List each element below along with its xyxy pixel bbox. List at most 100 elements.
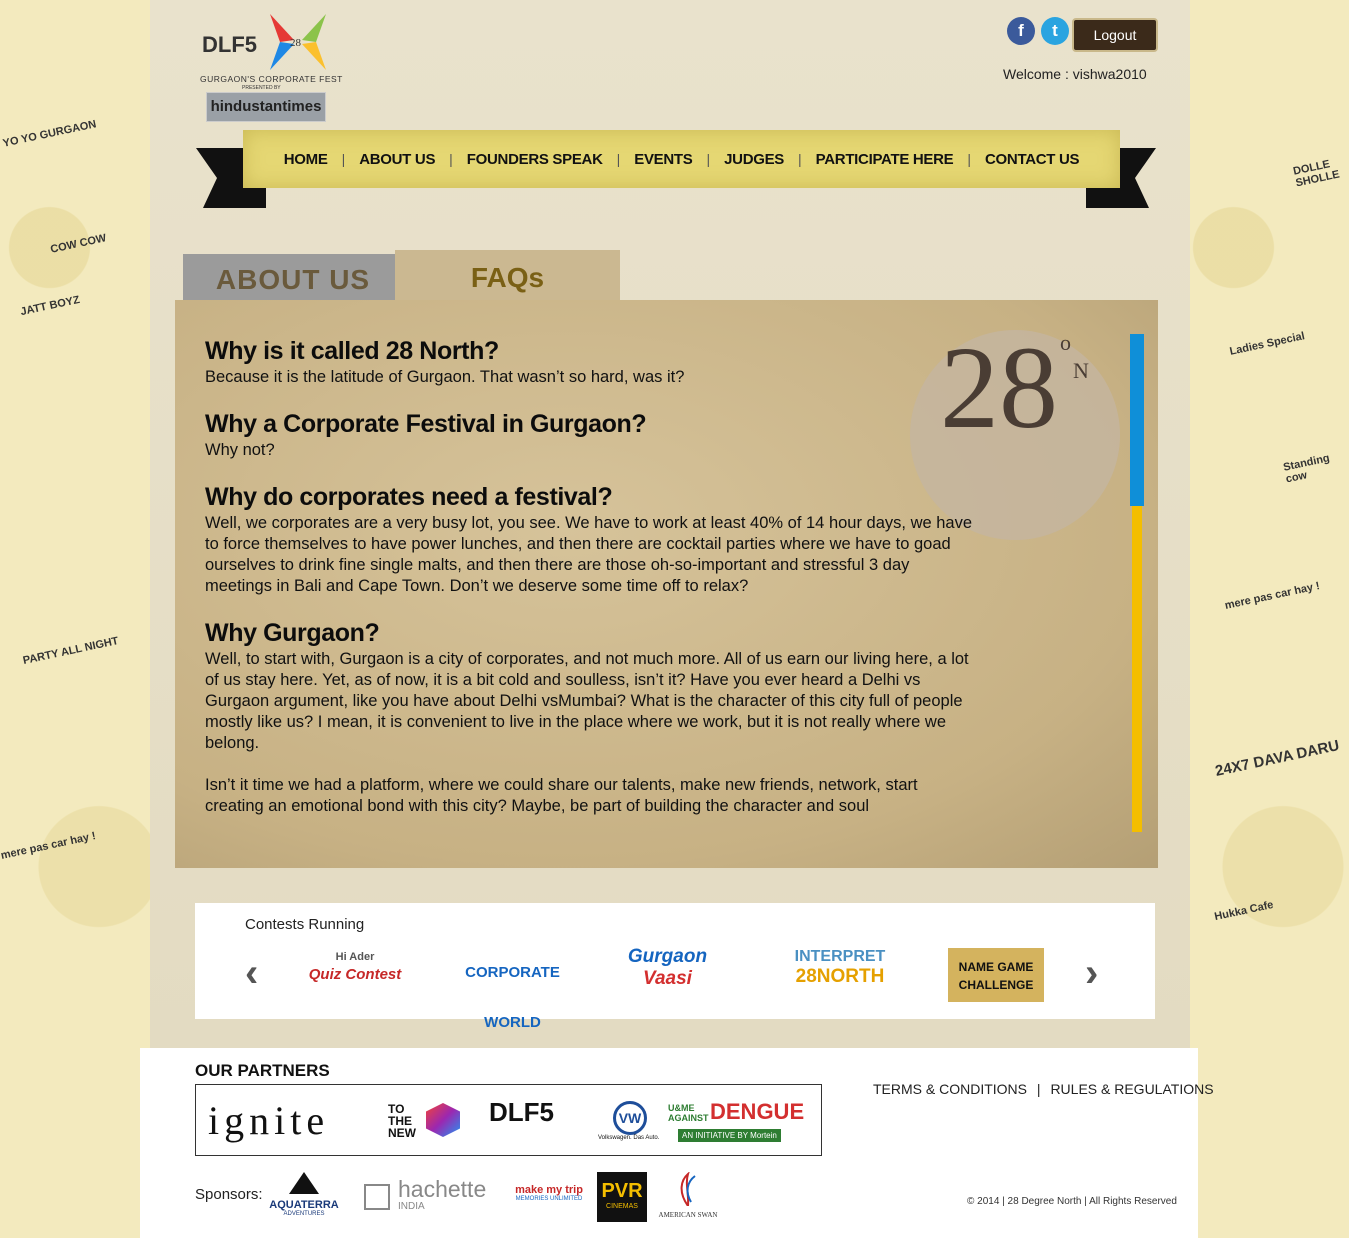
contests-carousel: Contests Running ‹ Hi Ader Quiz Contest … <box>195 903 1155 1031</box>
svg-text:28: 28 <box>290 37 302 49</box>
partners-box: ignite TO THE NEW DLF5 VW Volkswagen. Da… <box>195 1084 822 1156</box>
faq-answer: Well, we corporates are a very busy lot,… <box>205 514 973 595</box>
contest-logo-corporate-world[interactable]: CORPORATE WORLD <box>450 948 575 1031</box>
dengue-sub: AN INITIATIVE BY Mortein <box>678 1129 781 1142</box>
contest-logo-interpret[interactable]: INTERPRET 28NORTH <box>785 948 895 1003</box>
faq-question: Why do corporates need a festival? <box>205 483 613 511</box>
doodle-mere-left: mere pas car hay ! <box>0 830 97 862</box>
nav-separator: | <box>449 151 453 167</box>
sponsor-makemytrip-text: make my trip <box>515 1184 583 1196</box>
twitter-icon[interactable]: t <box>1041 17 1069 45</box>
sponsor-hachette-text: hachette <box>398 1176 487 1202</box>
badge-degree: o <box>1060 330 1071 355</box>
doodle-jatt: JATT BOYZ <box>19 293 81 319</box>
doodle-hukka: Hukka Cafe <box>1213 898 1275 924</box>
contest-logo-line2: Quiz Contest <box>308 966 402 983</box>
footer-link-separator: | <box>1036 1081 1041 1097</box>
hindustan-times-logo: hindustantimes <box>206 92 326 122</box>
terms-link[interactable]: TERMS & CONDITIONS <box>873 1081 1027 1097</box>
main-nav: HOME | ABOUT US | FOUNDERS SPEAK | EVENT… <box>243 130 1120 188</box>
sponsor-swan-text: AMERICAN SWAN <box>658 1211 718 1219</box>
nav-contact-us[interactable]: CONTACT US <box>985 151 1080 168</box>
doodle-standing: Standing cow <box>1282 452 1331 486</box>
partner-tothenew-logo[interactable]: TO THE NEW <box>388 1103 426 1139</box>
carousel-next-arrow-icon[interactable]: › <box>1085 951 1098 996</box>
nav-participate-here[interactable]: PARTICIPATE HERE <box>816 151 954 168</box>
logo-tagline: GURGAON'S CORPORATE FEST <box>200 74 343 84</box>
sponsor-hachette-sub: INDIA <box>398 1201 425 1212</box>
tab-about-us[interactable]: ABOUT US <box>183 254 403 304</box>
contest-logo-line1: Gurgaon <box>627 946 708 967</box>
contest-logo-line1: CORPORATE WORLD <box>465 964 560 1031</box>
faq-question: Why is it called 28 North? <box>205 337 499 365</box>
nav-separator: | <box>616 151 621 167</box>
doodle-party: PARTY ALL NIGHT <box>21 635 120 667</box>
copyright-text: © 2014 | 28 Degree North | All Rights Re… <box>967 1196 1177 1207</box>
contest-logo-line1: NAME GAME <box>958 960 1034 974</box>
right-doodle-panel: DOLLE SHOLLE Ladies Special Standing cow… <box>1178 0 1349 1238</box>
sponsor-aquaterra-logo[interactable]: AQUATERRA ADVENTURES <box>266 1172 342 1222</box>
faq-answer: Because it is the latitude of Gurgaon. T… <box>205 368 685 386</box>
sponsor-aquaterra-text: AQUATERRA <box>269 1199 339 1211</box>
contest-logo-line1: Hi Ader <box>335 951 375 963</box>
sponsor-american-swan-logo[interactable]: AMERICAN SWAN <box>657 1171 719 1224</box>
rules-link[interactable]: RULES & REGULATIONS <box>1050 1081 1213 1097</box>
contest-logo-gurgaon-vaasi[interactable]: Gurgaon Vaasi <box>605 946 730 1003</box>
mountain-icon <box>289 1172 319 1194</box>
volkswagen-icon: VW <box>613 1101 647 1135</box>
sponsor-makemytrip-sub: MEMORIES UNLIMITED <box>515 1196 583 1202</box>
footer-links: TERMS & CONDITIONS | RULES & REGULATIONS <box>873 1081 1214 1097</box>
hachette-icon <box>364 1184 390 1210</box>
partner-dlf-logo[interactable]: DLF5 <box>489 1097 554 1128</box>
contest-logo-line2: 28NORTH <box>795 966 885 987</box>
facebook-icon[interactable]: f <box>1007 17 1035 45</box>
nav-home[interactable]: HOME <box>284 151 328 168</box>
nav-events[interactable]: EVENTS <box>634 151 693 168</box>
scrollbar-thumb[interactable] <box>1130 334 1144 506</box>
logout-button[interactable]: Logout <box>1072 18 1158 52</box>
contests-label: Contests Running <box>245 916 365 933</box>
partner-tothenew-icon <box>426 1103 460 1137</box>
sponsor-makemytrip-logo[interactable]: make my trip MEMORIES UNLIMITED <box>514 1184 584 1214</box>
partner-vw-caption: Volkswagen. Das Auto. <box>598 1135 660 1141</box>
logo-x-icon: 28 <box>270 14 326 70</box>
partner-ignite-logo[interactable]: ignite <box>208 1097 329 1144</box>
sponsor-aquaterra-sub: ADVENTURES <box>283 1211 325 1217</box>
dengue-top: U&ME AGAINST <box>668 1103 709 1123</box>
nav-separator: | <box>798 151 802 167</box>
faq-item: Why a Corporate Festival in Gurgaon? Why… <box>205 408 980 461</box>
faq-answer: Well, to start with, Gurgaon is a city o… <box>205 650 969 752</box>
nav-about-us[interactable]: ABOUT US <box>359 151 435 168</box>
faq-question: Why a Corporate Festival in Gurgaon? <box>205 410 647 438</box>
sponsor-pvr-logo[interactable]: PVR CINEMAS <box>597 1172 647 1222</box>
scrollbar-track[interactable] <box>1132 506 1142 832</box>
sponsor-pvr-text: PVR <box>601 1180 643 1202</box>
doodle-yoyo: YO YO GURGAON <box>1 118 98 150</box>
faq-item: Why is it called 28 North? Because it is… <box>205 335 980 388</box>
carousel-prev-arrow-icon[interactable]: ‹ <box>245 951 258 996</box>
tab-faqs[interactable]: FAQs <box>395 250 620 304</box>
partner-dengue-logo[interactable]: U&ME AGAINST DENGUE AN INITIATIVE BY Mor… <box>668 1099 816 1145</box>
nav-judges[interactable]: JUDGES <box>724 151 784 168</box>
nav-separator: | <box>967 151 972 167</box>
faq-question: Why Gurgaon? <box>205 619 380 647</box>
contest-logo-line1: INTERPRET <box>794 948 886 965</box>
contest-logo-line2: Vaasi <box>643 968 692 989</box>
nav-founders-speak[interactable]: FOUNDERS SPEAK <box>467 151 603 168</box>
contest-logo-name-game[interactable]: NAME GAME CHALLENGE <box>948 948 1044 1002</box>
faq-item: Why do corporates need a festival? Well,… <box>205 481 980 597</box>
doodle-cowcow: COW COW <box>49 232 108 256</box>
nav-separator: | <box>341 151 346 167</box>
site-logo[interactable]: DLF5 28 GURGAON'S CORPORATE FEST PRESENT… <box>200 12 342 124</box>
faq-answer: Isn’t it time we had a platform, where w… <box>205 776 918 815</box>
logo-dlf-text: DLF5 <box>202 32 257 57</box>
swan-icon <box>680 1171 696 1207</box>
badge-letter: N <box>1073 358 1089 383</box>
faq-answer: Why not? <box>205 441 275 459</box>
doodle-mere: mere pas car hay ! <box>1223 580 1321 612</box>
contest-logo-quiz[interactable]: Hi Ader Quiz Contest <box>305 948 405 1003</box>
logo-presented: PRESENTED BY <box>242 85 281 91</box>
sponsor-pvr-sub: CINEMAS <box>606 1203 638 1210</box>
faq-item: Why Gurgaon? Well, to start with, Gurgao… <box>205 617 980 817</box>
sponsor-hachette-logo[interactable]: hachette INDIA <box>364 1176 496 1216</box>
